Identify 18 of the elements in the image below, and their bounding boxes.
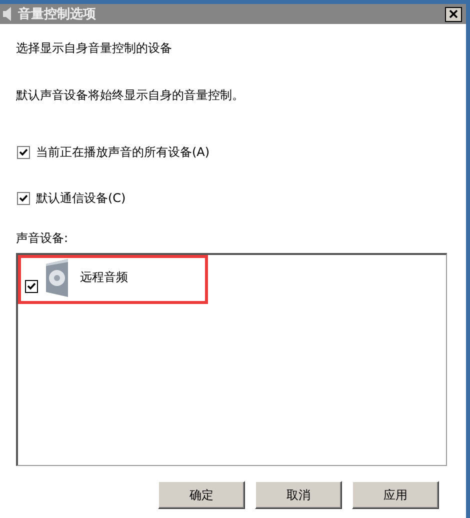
highlight-frame[interactable]: 远程音频 <box>18 255 208 304</box>
close-button[interactable] <box>445 6 462 22</box>
device-name: 远程音频 <box>80 269 128 286</box>
dialog-button[interactable]: 应用 <box>352 481 439 509</box>
window-title: 音量控制选项 <box>18 6 97 23</box>
speaker-icon <box>46 259 68 297</box>
checkbox[interactable] <box>25 280 38 293</box>
dialog-button[interactable]: 确定 <box>158 481 245 509</box>
checkbox[interactable] <box>17 192 30 205</box>
speaker-icon <box>2 6 12 22</box>
checkbox-label[interactable]: 当前正在播放声音的所有设备(A) <box>36 144 210 161</box>
dialog-button[interactable]: 取消 <box>255 481 342 509</box>
description-text: 默认声音设备将始终显示自身的音量控制。 <box>16 87 245 104</box>
close-icon <box>449 10 458 18</box>
description-text: 选择显示自身音量控制的设备 <box>16 40 173 57</box>
checkbox-label[interactable]: 默认通信设备(C) <box>36 190 126 207</box>
list-label: 声音设备: <box>16 230 70 247</box>
checkbox[interactable] <box>17 146 30 159</box>
